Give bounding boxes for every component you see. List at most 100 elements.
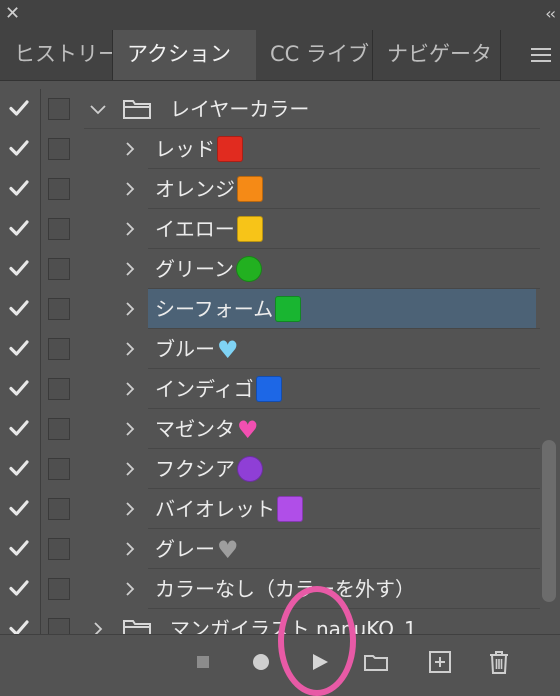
dialog-toggle[interactable] bbox=[48, 138, 70, 160]
tab-history[interactable]: ヒストリー bbox=[0, 30, 113, 80]
create-new-set-icon[interactable] bbox=[362, 647, 392, 677]
chevron-right-icon[interactable] bbox=[120, 379, 140, 399]
heart-icon: ♥ bbox=[217, 535, 239, 564]
column-divider bbox=[40, 489, 41, 529]
chevron-right-icon[interactable] bbox=[120, 259, 140, 279]
action-set-row[interactable]: マンガイラスト nanuKO_1 bbox=[0, 609, 540, 634]
play-selection-icon[interactable] bbox=[306, 647, 336, 677]
action-set-row[interactable]: レイヤーカラー bbox=[0, 89, 540, 129]
action-row[interactable]: カラーなし（カラーを外す） bbox=[0, 569, 540, 609]
chevron-right-icon[interactable] bbox=[120, 299, 140, 319]
tab-actions[interactable]: アクション bbox=[113, 30, 256, 80]
toggle-item-on-icon[interactable] bbox=[8, 577, 30, 599]
stop-recording-icon[interactable] bbox=[189, 647, 219, 677]
record-icon[interactable] bbox=[247, 647, 277, 677]
action-row[interactable]: ブルー♥ bbox=[0, 329, 540, 369]
dialog-toggle[interactable] bbox=[48, 378, 70, 400]
close-icon[interactable]: ✕ bbox=[5, 3, 20, 25]
chevron-right-icon[interactable] bbox=[120, 579, 140, 599]
action-label: マゼンタ bbox=[155, 417, 235, 441]
toggle-item-on-icon[interactable] bbox=[8, 177, 30, 199]
action-label: オレンジ bbox=[155, 177, 235, 201]
toggle-item-on-icon[interactable] bbox=[8, 297, 30, 319]
action-set-label: レイヤーカラー bbox=[170, 97, 310, 121]
dialog-toggle[interactable] bbox=[48, 218, 70, 240]
action-row[interactable]: イエロー bbox=[0, 209, 540, 249]
chevron-right-icon[interactable] bbox=[120, 219, 140, 239]
toggle-item-on-icon[interactable] bbox=[8, 497, 30, 519]
color-circle-icon bbox=[237, 455, 263, 482]
chevron-down-icon[interactable] bbox=[88, 99, 108, 119]
tab-cc-libraries[interactable]: CC ライブ bbox=[256, 30, 373, 80]
toggle-item-on-icon[interactable] bbox=[8, 617, 30, 634]
action-row[interactable]: グリーン bbox=[0, 249, 540, 289]
action-row[interactable]: シーフォーム bbox=[0, 289, 540, 329]
dialog-toggle[interactable] bbox=[48, 538, 70, 560]
chevron-right-icon[interactable] bbox=[120, 419, 140, 439]
action-label-wrap: オレンジ bbox=[155, 175, 263, 204]
heart-icon: ♥ bbox=[217, 335, 239, 364]
scrollbar-thumb[interactable] bbox=[542, 440, 556, 602]
dialog-toggle[interactable] bbox=[48, 258, 70, 280]
action-row[interactable]: バイオレット bbox=[0, 489, 540, 529]
toggle-item-on-icon[interactable] bbox=[8, 337, 30, 359]
dialog-toggle[interactable] bbox=[48, 418, 70, 440]
chevron-right-icon[interactable] bbox=[120, 459, 140, 479]
collapse-panel-icon[interactable]: ‹‹ bbox=[545, 3, 556, 25]
chevron-right-icon[interactable] bbox=[120, 339, 140, 359]
action-row[interactable]: マゼンタ♥ bbox=[0, 409, 540, 449]
dialog-toggle[interactable] bbox=[48, 98, 70, 120]
column-divider bbox=[40, 89, 41, 129]
delete-icon[interactable] bbox=[484, 647, 514, 677]
chevron-right-icon[interactable] bbox=[120, 179, 140, 199]
action-row[interactable]: インディゴ bbox=[0, 369, 540, 409]
column-divider bbox=[40, 449, 41, 489]
toggle-item-on-icon[interactable] bbox=[8, 457, 30, 479]
column-divider bbox=[40, 609, 41, 634]
action-row[interactable]: フクシア bbox=[0, 449, 540, 489]
dialog-toggle[interactable] bbox=[48, 578, 70, 600]
column-divider bbox=[40, 169, 41, 209]
toggle-item-on-icon[interactable] bbox=[8, 217, 30, 239]
dialog-toggle[interactable] bbox=[48, 298, 70, 320]
action-label-wrap: インディゴ bbox=[155, 375, 282, 404]
action-row[interactable]: オレンジ bbox=[0, 169, 540, 209]
chevron-right-icon[interactable] bbox=[120, 139, 140, 159]
dialog-toggle[interactable] bbox=[48, 178, 70, 200]
action-set-label: マンガイラスト nanuKO_1 bbox=[170, 617, 417, 634]
action-label: グリーン bbox=[155, 257, 234, 281]
toggle-item-on-icon[interactable] bbox=[8, 97, 30, 119]
action-label-wrap: グレー♥ bbox=[155, 535, 239, 564]
column-divider bbox=[40, 249, 41, 289]
color-square-icon bbox=[255, 375, 282, 402]
create-new-action-icon[interactable] bbox=[425, 647, 455, 677]
heart-icon: ♥ bbox=[237, 415, 259, 444]
action-label: イエロー bbox=[155, 217, 235, 241]
color-square-icon bbox=[277, 495, 303, 522]
dialog-toggle[interactable] bbox=[48, 338, 70, 360]
action-row[interactable]: レッド bbox=[0, 129, 540, 169]
toggle-item-on-icon[interactable] bbox=[8, 417, 30, 439]
color-circle-icon bbox=[236, 255, 262, 282]
chevron-right-icon[interactable] bbox=[88, 619, 108, 634]
chevron-right-icon[interactable] bbox=[120, 499, 140, 519]
dialog-toggle[interactable] bbox=[48, 618, 70, 634]
dialog-toggle[interactable] bbox=[48, 498, 70, 520]
action-label-wrap: レッド bbox=[155, 135, 243, 164]
panel-tab-bar: ヒストリー アクション CC ライブ ナビゲータ bbox=[0, 30, 560, 81]
action-label: グレー bbox=[155, 537, 215, 561]
action-label-wrap: フクシア bbox=[155, 455, 263, 484]
toggle-item-on-icon[interactable] bbox=[8, 137, 30, 159]
action-row[interactable]: グレー♥ bbox=[0, 529, 540, 569]
panel-menu-icon[interactable] bbox=[522, 30, 560, 80]
dialog-toggle[interactable] bbox=[48, 458, 70, 480]
color-square-icon bbox=[236, 215, 263, 242]
color-square-icon bbox=[237, 175, 263, 202]
toggle-item-on-icon[interactable] bbox=[8, 377, 30, 399]
scrollbar[interactable] bbox=[540, 81, 560, 634]
toggle-item-on-icon[interactable] bbox=[8, 537, 30, 559]
toggle-item-on-icon[interactable] bbox=[8, 257, 30, 279]
tab-navigator[interactable]: ナビゲータ bbox=[373, 30, 501, 80]
column-divider bbox=[40, 209, 41, 249]
chevron-right-icon[interactable] bbox=[120, 539, 140, 559]
